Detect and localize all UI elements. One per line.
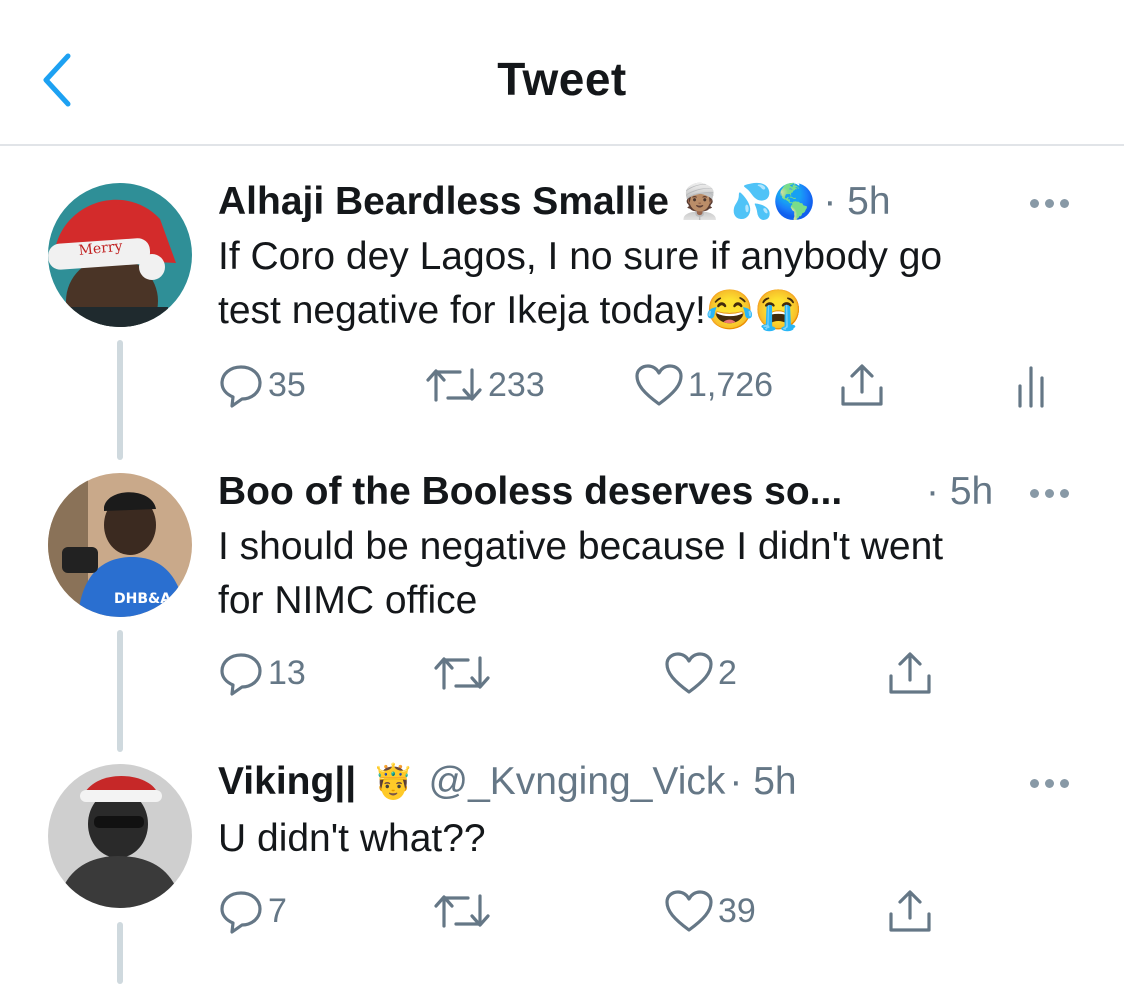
retweet-icon (434, 656, 490, 690)
reply-button[interactable]: 7 (218, 888, 287, 934)
reply-icon (220, 653, 262, 696)
share-button[interactable] (838, 362, 886, 408)
retweet-button[interactable] (432, 888, 492, 934)
tweet-text-line: I should be negative because I didn't we… (218, 525, 944, 568)
reply-icon (220, 891, 262, 934)
share-icon (889, 890, 931, 932)
reply-icon (220, 365, 262, 408)
share-button[interactable] (886, 888, 934, 934)
user-handle[interactable]: @_Kvnging_Vick (428, 760, 725, 804)
analytics-button[interactable] (1014, 364, 1048, 408)
heart-icon (635, 364, 683, 406)
author-row: Viking|| 🤴 @_Kvnging_Vick · 5h (218, 760, 797, 804)
share-icon (889, 652, 931, 694)
tweet[interactable]: Viking|| 🤴 @_Kvnging_Vick · 5h U didn't … (0, 760, 1124, 960)
more-button[interactable] (1030, 486, 1074, 500)
like-count: 1,726 (688, 365, 774, 404)
author-row: Boo of the Booless deserves so... (218, 470, 842, 514)
heart-icon (665, 890, 713, 932)
display-name[interactable]: Boo of the Booless deserves so... (218, 470, 842, 514)
tweet[interactable]: Merry Alhaji Beardless Smallie 👳🏽 💦🌎 · 5… (0, 180, 1124, 430)
like-button[interactable]: 2 (664, 650, 737, 696)
more-button[interactable] (1030, 776, 1074, 790)
reply-count: 35 (268, 365, 306, 404)
tweet-text-line: If Coro dey Lagos, I no sure if anybody … (218, 235, 943, 278)
like-count: 2 (718, 653, 737, 692)
reply-button[interactable]: 13 (218, 650, 306, 696)
avatar[interactable]: DHB&A (48, 473, 192, 617)
tweet[interactable]: DHB&A Boo of the Booless deserves so... … (0, 470, 1124, 720)
author-row: Alhaji Beardless Smallie 👳🏽 💦🌎 · 5h (218, 180, 891, 224)
reply-button[interactable]: 35 (218, 362, 306, 408)
tweet-text-line: U didn't what?? (218, 817, 486, 860)
tweet-text-line: for NIMC office (218, 579, 478, 622)
share-button[interactable] (886, 650, 934, 696)
like-button[interactable]: 39 (664, 888, 756, 934)
like-button[interactable]: 1,726 (634, 362, 773, 408)
analytics-icon (1018, 366, 1044, 408)
retweet-button[interactable] (432, 650, 492, 696)
more-button[interactable] (1030, 196, 1074, 210)
tweet-text-line: test negative for Ikeja today!😂😭 (218, 289, 803, 332)
display-name[interactable]: Viking|| (218, 760, 356, 804)
retweet-count: 233 (488, 365, 545, 404)
page-title: Tweet (497, 53, 627, 105)
avatar[interactable]: Merry (48, 183, 192, 327)
reply-count: 13 (268, 653, 306, 692)
top-bar: Tweet (0, 0, 1124, 146)
share-icon (841, 364, 883, 406)
retweet-icon (434, 894, 490, 928)
timestamp[interactable]: · 5h (729, 760, 796, 804)
heart-icon (665, 652, 713, 694)
timestamp[interactable]: · 5h (926, 470, 993, 514)
name-emojis: 👳🏽 💦🌎 (678, 183, 816, 221)
like-count: 39 (718, 891, 756, 930)
reply-count: 7 (268, 891, 287, 930)
timestamp[interactable]: · 5h (823, 180, 890, 224)
name-emojis: 🤴 (372, 763, 415, 801)
svg-text:DHB&A: DHB&A (114, 591, 171, 607)
display-name[interactable]: Alhaji Beardless Smallie (218, 180, 669, 224)
retweet-button[interactable]: 233 (424, 362, 545, 408)
retweet-icon (426, 368, 482, 402)
avatar[interactable] (48, 764, 192, 908)
